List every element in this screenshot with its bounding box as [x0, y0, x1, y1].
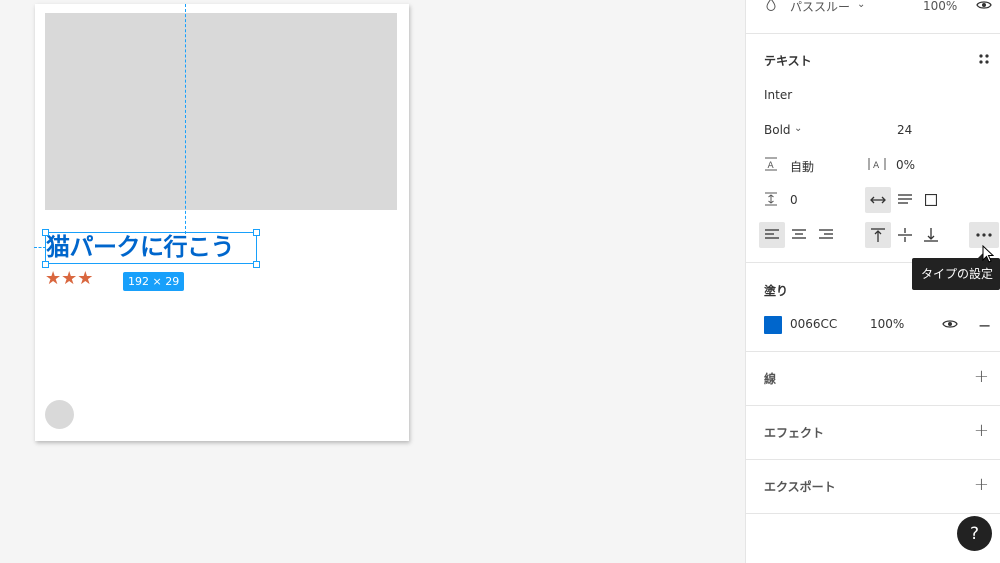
section-divider — [746, 351, 1000, 352]
mouse-cursor-icon — [982, 245, 994, 263]
align-middle-button[interactable] — [892, 222, 918, 248]
resize-handle-tl[interactable] — [42, 229, 49, 236]
remove-fill-icon[interactable]: − — [978, 316, 991, 335]
svg-text:A: A — [873, 161, 880, 171]
avatar-placeholder[interactable] — [45, 400, 74, 429]
section-divider — [746, 459, 1000, 460]
resize-handle-bl[interactable] — [42, 261, 49, 268]
help-button[interactable]: ? — [957, 516, 992, 551]
font-size-input[interactable]: 24 — [897, 123, 912, 137]
vertical-guide — [185, 4, 186, 234]
layer-opacity-value[interactable]: 100% — [923, 0, 957, 13]
paragraph-spacing-input[interactable]: 0 — [790, 193, 798, 207]
auto-height-button[interactable] — [892, 187, 918, 213]
section-divider — [746, 513, 1000, 514]
image-placeholder[interactable] — [45, 13, 397, 210]
auto-width-button[interactable] — [865, 187, 891, 213]
star-rating: ★★★ — [45, 268, 94, 289]
chevron-down-icon[interactable]: ⌄ — [857, 0, 865, 10]
font-family-select[interactable]: Inter — [764, 88, 792, 102]
letter-spacing-input[interactable]: 0% — [896, 158, 915, 172]
align-center-button[interactable] — [786, 222, 812, 248]
svg-text:A: A — [768, 161, 775, 171]
eye-icon[interactable] — [942, 318, 958, 333]
effects-section-title: エフェクト — [764, 426, 825, 440]
resize-handle-br[interactable] — [253, 261, 260, 268]
align-top-button[interactable] — [865, 222, 891, 248]
design-canvas[interactable]: 猫パークに行こう ★★★ 192 × 29 — [0, 0, 745, 563]
export-section-title: エクスポート — [764, 480, 836, 494]
resize-handle-tr[interactable] — [253, 229, 260, 236]
blend-mode-select[interactable]: パススルー — [790, 0, 850, 15]
add-export-icon[interactable]: + — [974, 474, 989, 495]
paragraph-spacing-icon — [764, 192, 778, 209]
add-stroke-icon[interactable]: + — [974, 366, 989, 387]
size-badge: 192 × 29 — [123, 272, 185, 291]
text-section-title: テキスト — [764, 54, 812, 68]
drop-icon — [766, 0, 776, 15]
section-divider — [746, 33, 1000, 34]
text-styles-icon[interactable] — [978, 53, 990, 68]
fill-opacity-input[interactable]: 100% — [870, 317, 904, 331]
stroke-section-title: 線 — [764, 372, 777, 386]
align-bottom-button[interactable] — [918, 222, 944, 248]
fill-section-title: 塗り — [764, 284, 789, 298]
line-height-icon: A — [764, 157, 778, 174]
eye-icon[interactable] — [976, 0, 992, 14]
fixed-size-button[interactable] — [918, 187, 944, 213]
align-left-button[interactable] — [759, 222, 785, 248]
letter-spacing-icon: A — [868, 157, 886, 174]
section-divider — [746, 405, 1000, 406]
fill-color-swatch[interactable] — [764, 316, 782, 334]
artboard-frame[interactable] — [35, 4, 409, 441]
fill-hex-input[interactable]: 0066CC — [790, 317, 837, 331]
font-weight-select[interactable]: Bold — [764, 123, 791, 137]
line-height-input[interactable]: 自動 — [790, 158, 814, 175]
add-effect-icon[interactable]: + — [974, 420, 989, 441]
selection-box[interactable] — [45, 232, 257, 264]
chevron-down-icon[interactable]: ⌄ — [794, 123, 802, 134]
align-right-button[interactable] — [813, 222, 839, 248]
